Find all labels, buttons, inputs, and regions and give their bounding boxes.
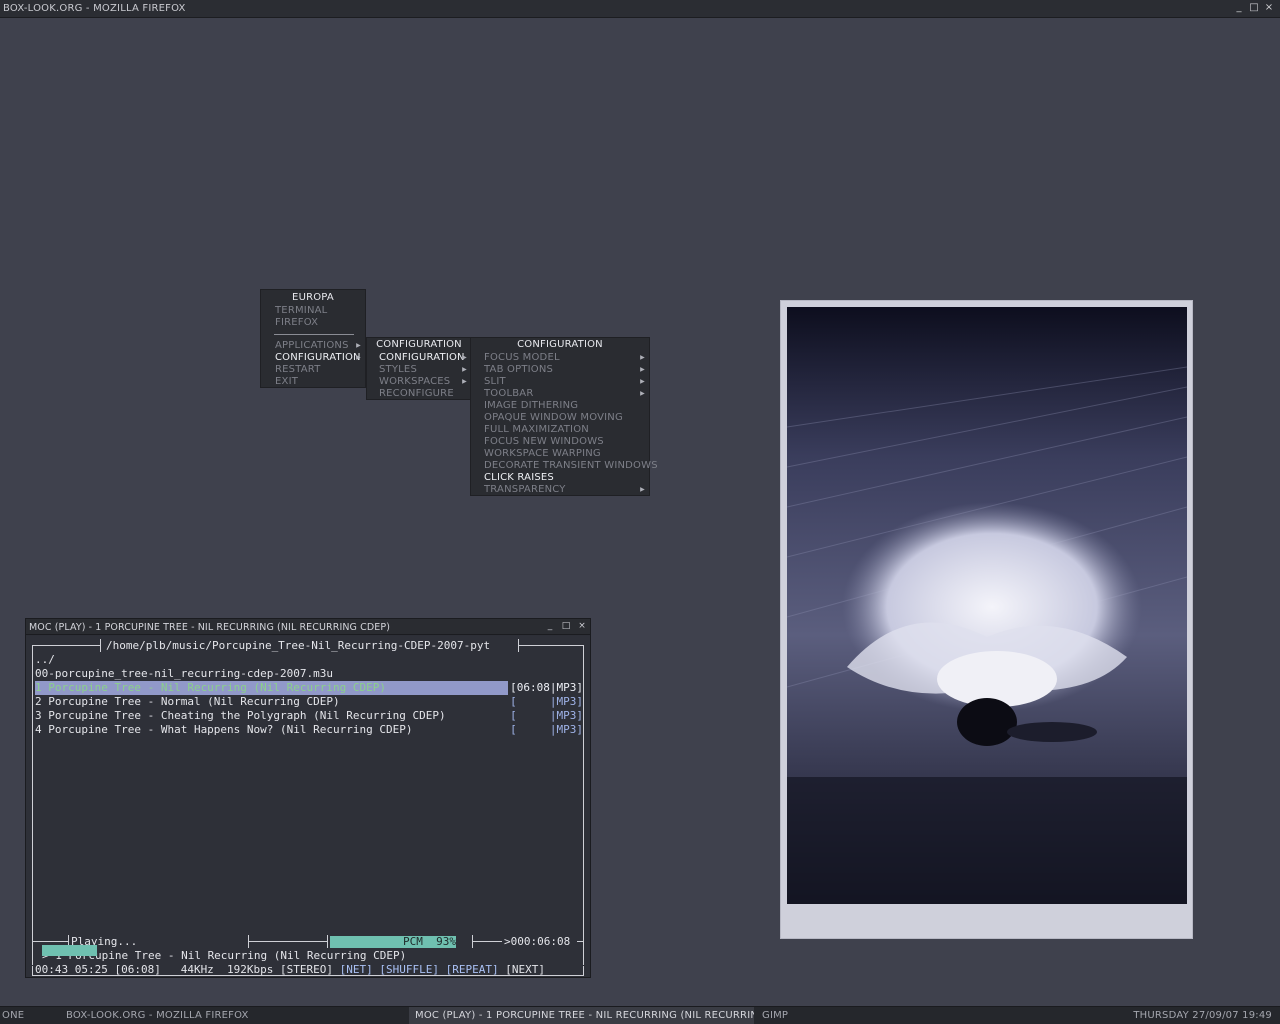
- configuration-options-title: CONFIGURATION: [517, 339, 603, 350]
- frame-line: [583, 966, 584, 976]
- taskbar-item-moc[interactable]: MOC (PLAY) - 1 PORCUPINE TREE - NIL RECU…: [409, 1007, 754, 1024]
- menu-item-toolbar[interactable]: TOOLBAR ▶: [471, 388, 649, 400]
- root-menu: EUROPA TERMINAL FIREFOX APPLICATIONS ▶ CO…: [260, 289, 366, 388]
- submenu-arrow-icon: ▶: [640, 366, 645, 373]
- frame-line: [32, 645, 100, 646]
- maximize-icon[interactable]: □: [1248, 2, 1260, 14]
- menu-item-workspaces[interactable]: WORKSPACES ▶: [367, 376, 471, 388]
- submenu-arrow-icon: ▶: [462, 378, 467, 385]
- playlist-track-selected[interactable]: 1 Porcupine Tree - Nil Recurring (Nil Re…: [35, 681, 583, 695]
- minimize-icon[interactable]: _: [1233, 2, 1245, 14]
- menu-item-styles[interactable]: STYLES ▶: [367, 364, 471, 376]
- frame-line: [32, 975, 583, 976]
- menu-item-focus-new-windows[interactable]: FOCUS NEW WINDOWS: [471, 436, 649, 448]
- minimize-icon[interactable]: _: [544, 621, 556, 631]
- menu-item-reconfigure[interactable]: RECONFIGURE: [367, 388, 471, 400]
- root-menu-title: EUROPA: [292, 292, 334, 303]
- menu-separator: [274, 334, 354, 335]
- configuration-menu-title: CONFIGURATION: [376, 339, 462, 350]
- menu-item-firefox[interactable]: FIREFOX: [261, 317, 365, 329]
- menu-item-tab-options[interactable]: TAB OPTIONS ▶: [471, 364, 649, 376]
- wallpaper-photo: [787, 307, 1187, 904]
- total-time: >000:06:08: [504, 935, 571, 948]
- moc-window-title: MOC (PLAY) - 1 PORCUPINE TREE - NIL RECU…: [29, 622, 391, 633]
- moc-window[interactable]: MOC (PLAY) - 1 PORCUPINE TREE - NIL RECU…: [25, 618, 591, 978]
- playlist-track[interactable]: 3 Porcupine Tree - Cheating the Polygrap…: [35, 709, 583, 723]
- frame-line: [32, 645, 33, 965]
- moc-titlebar[interactable]: MOC (PLAY) - 1 PORCUPINE TREE - NIL RECU…: [26, 619, 590, 635]
- close-icon[interactable]: ×: [576, 621, 588, 631]
- submenu-arrow-icon: ▶: [640, 390, 645, 397]
- playlist-track[interactable]: 4 Porcupine Tree - What Happens Now? (Ni…: [35, 723, 583, 737]
- playback-progress-bar[interactable]: [42, 945, 97, 956]
- frame-line: [472, 941, 502, 942]
- parent-directory-entry[interactable]: ../: [35, 653, 55, 667]
- menu-item-image-dithering[interactable]: IMAGE DITHERING: [471, 400, 649, 412]
- mixer-volume-bar[interactable]: PCM 93%: [330, 936, 456, 948]
- playlist-file-entry[interactable]: 00-porcupine_tree-nil_recurring-cdep-200…: [35, 667, 333, 681]
- menu-item-configuration-sub[interactable]: CONFIGURATION ▶: [367, 352, 471, 364]
- frame-line: [577, 941, 584, 942]
- menu-item-configuration[interactable]: CONFIGURATION ▶: [261, 352, 365, 364]
- current-directory-path: /home/plb/music/Porcupine_Tree-Nil_Recur…: [106, 639, 491, 652]
- menu-item-transparency[interactable]: TRANSPARENCY ▶: [471, 484, 649, 496]
- menu-item-slit[interactable]: SLIT ▶: [471, 376, 649, 388]
- photo-frame: [780, 300, 1193, 939]
- frame-line: [583, 645, 584, 965]
- submenu-arrow-icon: ▶: [640, 354, 645, 361]
- menu-item-workspace-warping[interactable]: WORKSPACE WARPING: [471, 448, 649, 460]
- submenu-arrow-icon: ▶: [356, 342, 361, 349]
- menu-item-restart[interactable]: RESTART: [261, 364, 365, 376]
- menu-item-terminal[interactable]: TERMINAL: [261, 305, 365, 317]
- menu-item-exit[interactable]: EXIT: [261, 376, 365, 388]
- moc-terminal[interactable]: /home/plb/music/Porcupine_Tree-Nil_Recur…: [26, 636, 590, 977]
- menu-item-click-raises[interactable]: CLICK RAISES: [471, 472, 649, 484]
- workspace-name[interactable]: ONE: [2, 1007, 42, 1024]
- menu-item-applications[interactable]: APPLICATIONS ▶: [261, 340, 365, 352]
- submenu-arrow-icon: ▶: [462, 366, 467, 373]
- configuration-options-menu: CONFIGURATION FOCUS MODEL ▶ TAB OPTIONS ▶ …: [470, 337, 658, 496]
- top-window-title: BOX-LOOK.ORG - MOZILLA FIREFOX: [3, 3, 186, 14]
- menu-item-focus-model[interactable]: FOCUS MODEL ▶: [471, 352, 649, 364]
- taskbar-item-gimp[interactable]: GIMP: [756, 1007, 856, 1024]
- top-window-titlebar[interactable]: BOX-LOOK.ORG - MOZILLA FIREFOX _ □ ×: [0, 0, 1280, 18]
- submenu-arrow-icon: ▶: [640, 486, 645, 493]
- submenu-arrow-icon: ▶: [462, 354, 467, 361]
- frame-line: [248, 941, 328, 942]
- taskbar: ONE BOX-LOOK.ORG - MOZILLA FIREFOX MOC (…: [0, 1006, 1280, 1024]
- menu-item-full-maximization[interactable]: FULL MAXIMIZATION: [471, 424, 649, 436]
- frame-line: [100, 639, 101, 652]
- submenu-arrow-icon: ▶: [640, 378, 645, 385]
- clock: THURSDAY 27/09/07 19:49: [1133, 1010, 1272, 1021]
- playlist-track[interactable]: 2 Porcupine Tree - Normal (Nil Recurring…: [35, 695, 583, 709]
- frame-line: [32, 941, 68, 942]
- menu-item-opaque-window-moving[interactable]: OPAQUE WINDOW MOVING: [471, 412, 649, 424]
- maximize-icon[interactable]: □: [560, 621, 572, 631]
- configuration-menu: CONFIGURATION CONFIGURATION ▶ STYLES ▶ WOR…: [366, 337, 472, 400]
- close-icon[interactable]: ×: [1263, 2, 1275, 14]
- frame-line: [518, 645, 584, 646]
- taskbar-item-firefox[interactable]: BOX-LOOK.ORG - MOZILLA FIREFOX: [60, 1007, 405, 1024]
- menu-item-decorate-transient-windows[interactable]: DECORATE TRANSIENT WINDOWS: [471, 460, 658, 472]
- frame-line: [327, 935, 328, 948]
- submenu-arrow-icon: ▶: [356, 354, 361, 361]
- mixer-volume-label: PCM 93%: [403, 935, 456, 948]
